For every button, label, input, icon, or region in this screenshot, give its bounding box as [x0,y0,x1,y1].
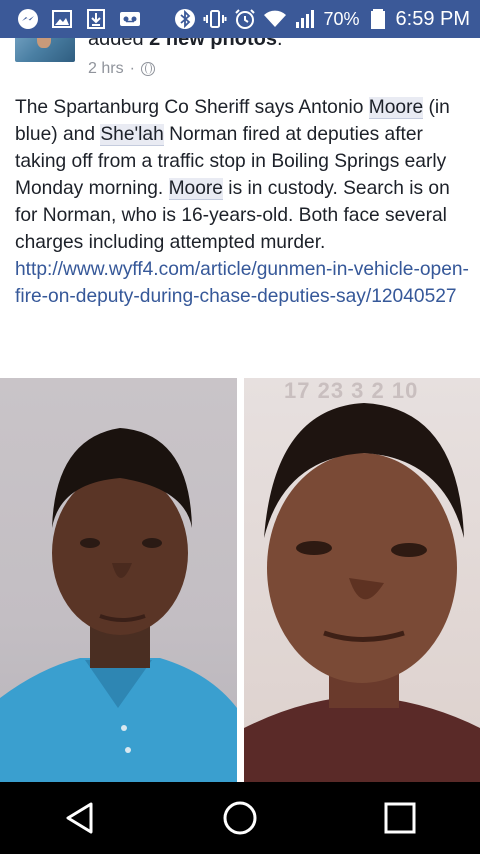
messenger-icon [16,7,40,31]
post-action-text: added 2 new photos. [88,38,283,51]
home-button[interactable] [210,788,270,848]
signal-icon [293,7,317,31]
home-circle-icon [223,801,257,835]
android-nav-bar [0,782,480,854]
action-suffix: . [276,38,283,50]
hashtag-shelah[interactable]: She'lah [100,124,164,146]
photo-2[interactable]: 17 23 3 2 10 [244,378,480,782]
clock-time: 6:59 PM [395,7,470,30]
back-triangle-icon [66,802,93,834]
vibrate-icon [203,7,227,31]
recents-square-icon [384,802,416,834]
voicemail-icon [118,7,142,31]
meta-separator: · [129,60,135,77]
photo-overlay-text: 17 23 3 2 10 [284,378,419,403]
photo-grid: 17 23 3 2 10 [0,378,480,782]
article-link[interactable]: http://www.wyff4.com/article/gunmen-in-v… [15,256,470,310]
avatar[interactable] [15,38,75,62]
status-bar: 70% 6:59 PM [0,0,480,38]
post-header: added 2 new photos. 2 hrs · [0,38,480,96]
bluetooth-icon [173,7,197,31]
back-button[interactable] [50,788,110,848]
mugshot-2-illustration [244,403,480,782]
battery-icon [366,7,390,31]
hashtag-moore[interactable]: Moore [368,97,424,119]
download-icon [84,7,108,31]
battery-percent: 70% [323,8,360,29]
photo-1[interactable] [0,378,237,782]
wifi-icon [263,7,287,31]
alarm-icon [233,7,257,31]
post-time[interactable]: 2 hrs [88,60,124,78]
hashtag-moore-2[interactable]: Moore [168,178,223,200]
action-prefix: added [88,38,150,50]
text-part-1: The Spartanburg Co Sheriff says Antonio [15,97,369,118]
feed-post: added 2 new photos. 2 hrs · The Spartanb… [0,38,480,782]
globe-icon[interactable] [140,62,155,76]
mugshot-1-illustration [0,428,237,782]
post-meta: 2 hrs · [88,60,155,78]
image-icon [50,7,74,31]
photos-link[interactable]: 2 new photos [149,38,277,50]
post-text: The Spartanburg Co Sheriff says Antonio … [15,94,470,310]
recents-button[interactable] [370,788,430,848]
